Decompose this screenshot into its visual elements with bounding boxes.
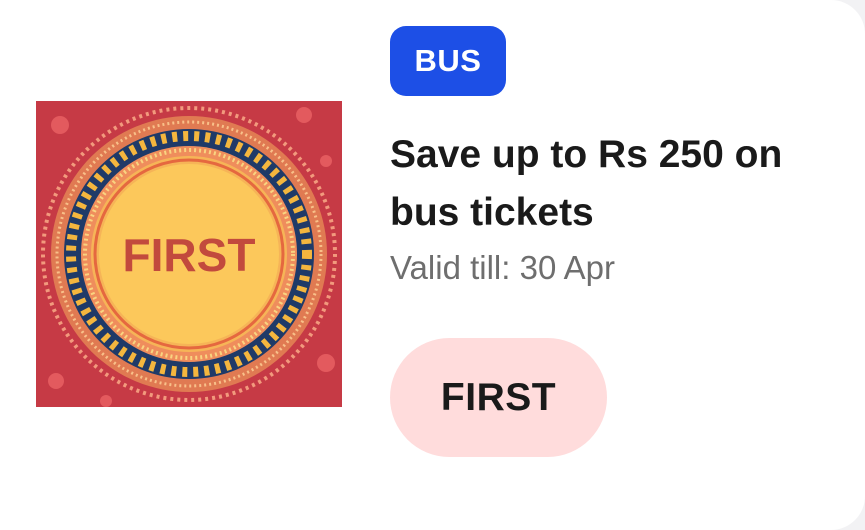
offer-card[interactable]: FIRST BUS Save up to Rs 250 on bus ticke…	[0, 0, 865, 530]
image-text: FIRST	[123, 229, 256, 281]
offer-title: Save up to Rs 250 on bus tickets	[390, 133, 783, 234]
coupon-code-button[interactable]: FIRST	[390, 338, 607, 457]
validity-text: Valid till: 30 Apr	[390, 249, 616, 286]
offer-image: FIRST	[36, 101, 342, 407]
category-badge: BUS	[390, 26, 506, 96]
mandala-icon: FIRST	[36, 101, 342, 407]
